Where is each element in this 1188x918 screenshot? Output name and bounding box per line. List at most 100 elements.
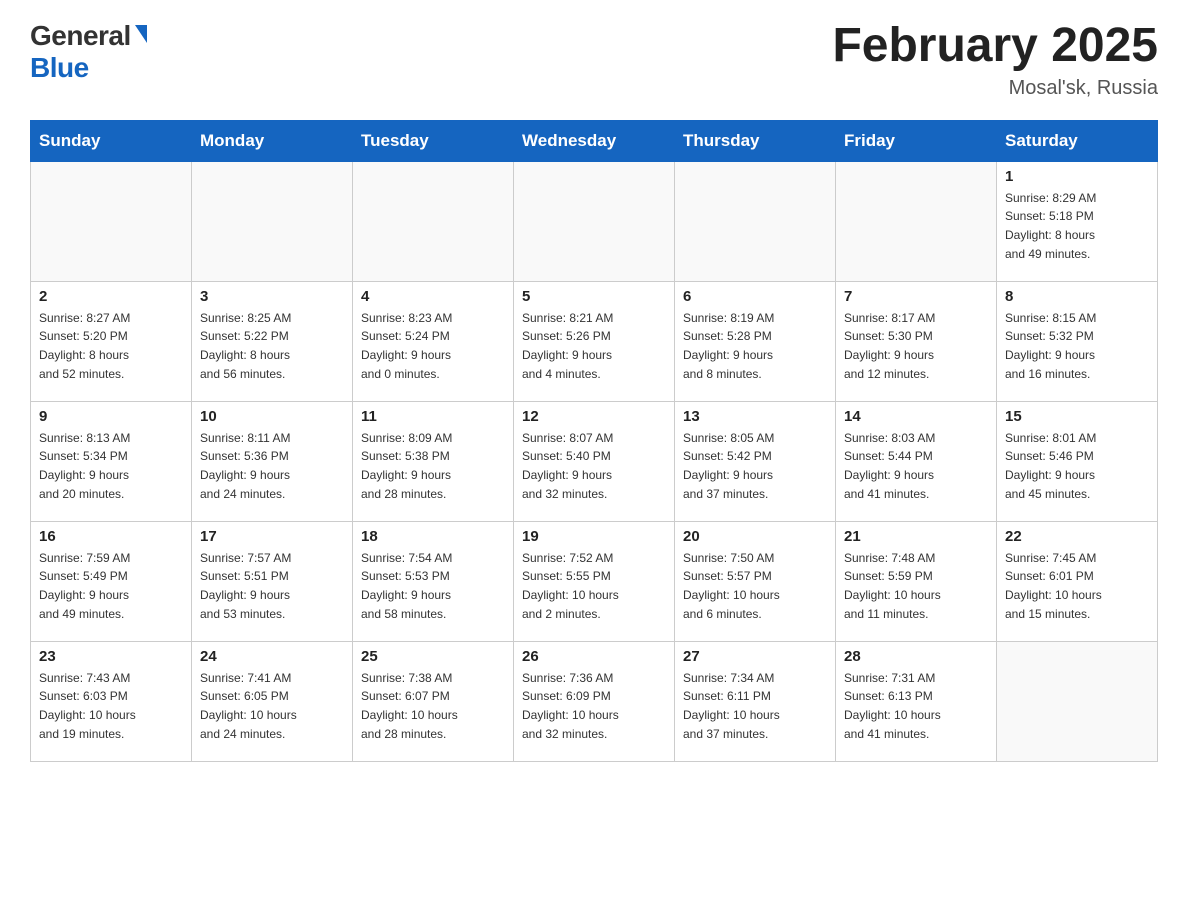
day-info: Sunrise: 7:54 AM Sunset: 5:53 PM Dayligh… — [361, 549, 505, 623]
calendar-week-row: 9Sunrise: 8:13 AM Sunset: 5:34 PM Daylig… — [31, 401, 1158, 521]
day-number: 5 — [522, 288, 666, 305]
calendar-cell: 5 Sunrise: 8:21 AM Sunset: 5:26 PM Daylig… — [514, 281, 675, 401]
day-info: Sunrise: 7:52 AM Sunset: 5:55 PM Dayligh… — [522, 549, 666, 623]
calendar-cell: 24 Sunrise: 7:41 AM Sunset: 6:05 PM Dayli… — [192, 641, 353, 761]
calendar-cell: 25Sunrise: 7:38 AM Sunset: 6:07 PM Dayli… — [353, 641, 514, 761]
day-info: Sunrise: 8:23 AM Sunset: 5:24 PM Dayligh… — [361, 309, 505, 383]
day-number: 15 — [1005, 408, 1149, 425]
day-info: Sunrise: 7:45 AM Sunset: 6:01 PM Dayligh… — [1005, 549, 1149, 623]
calendar-cell: 26Sunrise: 7:36 AM Sunset: 6:09 PM Dayli… — [514, 641, 675, 761]
day-number: 7 — [844, 288, 988, 305]
calendar-cell — [836, 161, 997, 281]
day-number: 6 — [683, 288, 827, 305]
calendar-cell: 1 Sunrise: 8:29 AM Sunset: 5:18 PM Daylig… — [997, 161, 1158, 281]
day-info: Sunrise: 8:15 AM Sunset: 5:32 PM Dayligh… — [1005, 309, 1149, 383]
calendar-cell: 18 Sunrise: 7:54 AM Sunset: 5:53 PM Dayli… — [353, 521, 514, 641]
day-number: 19 — [522, 528, 666, 545]
day-number: 12 — [522, 408, 666, 425]
month-title: February 2025 — [832, 20, 1158, 73]
days-of-week-row: SundayMondayTuesdayWednesdayThursdayFrid… — [31, 120, 1158, 161]
day-info: Sunrise: 8:03 AM Sunset: 5:44 PM Dayligh… — [844, 429, 988, 503]
page-header: General Blue February 2025 Mosal'sk, Rus… — [30, 20, 1158, 100]
calendar-cell: 2 Sunrise: 8:27 AM Sunset: 5:20 PM Daylig… — [31, 281, 192, 401]
day-info: Sunrise: 7:36 AM Sunset: 6:09 PM Dayligh… — [522, 669, 666, 743]
calendar-table: SundayMondayTuesdayWednesdayThursdayFrid… — [30, 120, 1158, 762]
day-number: 22 — [1005, 528, 1149, 545]
day-info: Sunrise: 7:31 AM Sunset: 6:13 PM Dayligh… — [844, 669, 988, 743]
calendar-cell — [192, 161, 353, 281]
calendar-cell: 23 Sunrise: 7:43 AM Sunset: 6:03 PM Dayli… — [31, 641, 192, 761]
day-number: 2 — [39, 288, 183, 305]
calendar-cell: 27 Sunrise: 7:34 AM Sunset: 6:11 PM Dayli… — [675, 641, 836, 761]
day-number: 27 — [683, 648, 827, 665]
day-number: 14 — [844, 408, 988, 425]
logo-triangle-icon — [135, 25, 147, 43]
day-number: 18 — [361, 528, 505, 545]
calendar-cell: 28 Sunrise: 7:31 AM Sunset: 6:13 PM Dayli… — [836, 641, 997, 761]
day-number: 23 — [39, 648, 183, 665]
calendar-cell: 8 Sunrise: 8:15 AM Sunset: 5:32 PM Daylig… — [997, 281, 1158, 401]
day-info: Sunrise: 8:05 AM Sunset: 5:42 PM Dayligh… — [683, 429, 827, 503]
day-info: Sunrise: 7:59 AM Sunset: 5:49 PM Dayligh… — [39, 549, 183, 623]
calendar-cell: 6 Sunrise: 8:19 AM Sunset: 5:28 PM Daylig… — [675, 281, 836, 401]
day-info: Sunrise: 8:27 AM Sunset: 5:20 PM Dayligh… — [39, 309, 183, 383]
logo-general-text: General — [30, 20, 131, 52]
title-area: February 2025 Mosal'sk, Russia — [832, 20, 1158, 100]
calendar-cell: 11 Sunrise: 8:09 AM Sunset: 5:38 PM Dayli… — [353, 401, 514, 521]
calendar-cell: 3 Sunrise: 8:25 AM Sunset: 5:22 PM Daylig… — [192, 281, 353, 401]
calendar-cell: 17 Sunrise: 7:57 AM Sunset: 5:51 PM Dayli… — [192, 521, 353, 641]
day-info: Sunrise: 7:41 AM Sunset: 6:05 PM Dayligh… — [200, 669, 344, 743]
day-info: Sunrise: 8:11 AM Sunset: 5:36 PM Dayligh… — [200, 429, 344, 503]
day-info: Sunrise: 8:19 AM Sunset: 5:28 PM Dayligh… — [683, 309, 827, 383]
day-info: Sunrise: 7:34 AM Sunset: 6:11 PM Dayligh… — [683, 669, 827, 743]
day-info: Sunrise: 8:17 AM Sunset: 5:30 PM Dayligh… — [844, 309, 988, 383]
day-number: 3 — [200, 288, 344, 305]
calendar-cell: 15 Sunrise: 8:01 AM Sunset: 5:46 PM Dayli… — [997, 401, 1158, 521]
day-number: 11 — [361, 408, 505, 425]
day-of-week-header: Monday — [192, 120, 353, 161]
day-of-week-header: Tuesday — [353, 120, 514, 161]
calendar-cell: 21Sunrise: 7:48 AM Sunset: 5:59 PM Dayli… — [836, 521, 997, 641]
day-info: Sunrise: 8:21 AM Sunset: 5:26 PM Dayligh… — [522, 309, 666, 383]
day-of-week-header: Saturday — [997, 120, 1158, 161]
location-text: Mosal'sk, Russia — [832, 77, 1158, 100]
calendar-cell: 4 Sunrise: 8:23 AM Sunset: 5:24 PM Daylig… — [353, 281, 514, 401]
calendar-cell: 16 Sunrise: 7:59 AM Sunset: 5:49 PM Dayli… — [31, 521, 192, 641]
day-info: Sunrise: 8:25 AM Sunset: 5:22 PM Dayligh… — [200, 309, 344, 383]
day-of-week-header: Friday — [836, 120, 997, 161]
day-number: 4 — [361, 288, 505, 305]
calendar-cell: 10Sunrise: 8:11 AM Sunset: 5:36 PM Dayli… — [192, 401, 353, 521]
calendar-body: 1 Sunrise: 8:29 AM Sunset: 5:18 PM Daylig… — [31, 161, 1158, 761]
day-number: 1 — [1005, 168, 1149, 185]
day-number: 28 — [844, 648, 988, 665]
day-of-week-header: Sunday — [31, 120, 192, 161]
calendar-cell — [675, 161, 836, 281]
calendar-cell: 12 Sunrise: 8:07 AM Sunset: 5:40 PM Dayli… — [514, 401, 675, 521]
day-info: Sunrise: 7:50 AM Sunset: 5:57 PM Dayligh… — [683, 549, 827, 623]
day-number: 16 — [39, 528, 183, 545]
calendar-header: SundayMondayTuesdayWednesdayThursdayFrid… — [31, 120, 1158, 161]
day-number: 8 — [1005, 288, 1149, 305]
day-info: Sunrise: 8:07 AM Sunset: 5:40 PM Dayligh… — [522, 429, 666, 503]
calendar-cell: 22 Sunrise: 7:45 AM Sunset: 6:01 PM Dayli… — [997, 521, 1158, 641]
day-info: Sunrise: 7:38 AM Sunset: 6:07 PM Dayligh… — [361, 669, 505, 743]
calendar-week-row: 16 Sunrise: 7:59 AM Sunset: 5:49 PM Dayli… — [31, 521, 1158, 641]
day-info: Sunrise: 8:29 AM Sunset: 5:18 PM Dayligh… — [1005, 189, 1149, 263]
calendar-week-row: 2 Sunrise: 8:27 AM Sunset: 5:20 PM Daylig… — [31, 281, 1158, 401]
calendar-cell: 7 Sunrise: 8:17 AM Sunset: 5:30 PM Daylig… — [836, 281, 997, 401]
calendar-week-row: 23 Sunrise: 7:43 AM Sunset: 6:03 PM Dayli… — [31, 641, 1158, 761]
day-info: Sunrise: 8:01 AM Sunset: 5:46 PM Dayligh… — [1005, 429, 1149, 503]
day-info: Sunrise: 8:13 AM Sunset: 5:34 PM Dayligh… — [39, 429, 183, 503]
calendar-cell: 13 Sunrise: 8:05 AM Sunset: 5:42 PM Dayli… — [675, 401, 836, 521]
day-number: 13 — [683, 408, 827, 425]
day-of-week-header: Wednesday — [514, 120, 675, 161]
day-info: Sunrise: 8:09 AM Sunset: 5:38 PM Dayligh… — [361, 429, 505, 503]
day-number: 24 — [200, 648, 344, 665]
calendar-cell: 19 Sunrise: 7:52 AM Sunset: 5:55 PM Dayli… — [514, 521, 675, 641]
day-info: Sunrise: 7:57 AM Sunset: 5:51 PM Dayligh… — [200, 549, 344, 623]
calendar-cell — [997, 641, 1158, 761]
logo-blue-text: Blue — [30, 52, 89, 84]
day-number: 17 — [200, 528, 344, 545]
day-info: Sunrise: 7:43 AM Sunset: 6:03 PM Dayligh… — [39, 669, 183, 743]
day-of-week-header: Thursday — [675, 120, 836, 161]
